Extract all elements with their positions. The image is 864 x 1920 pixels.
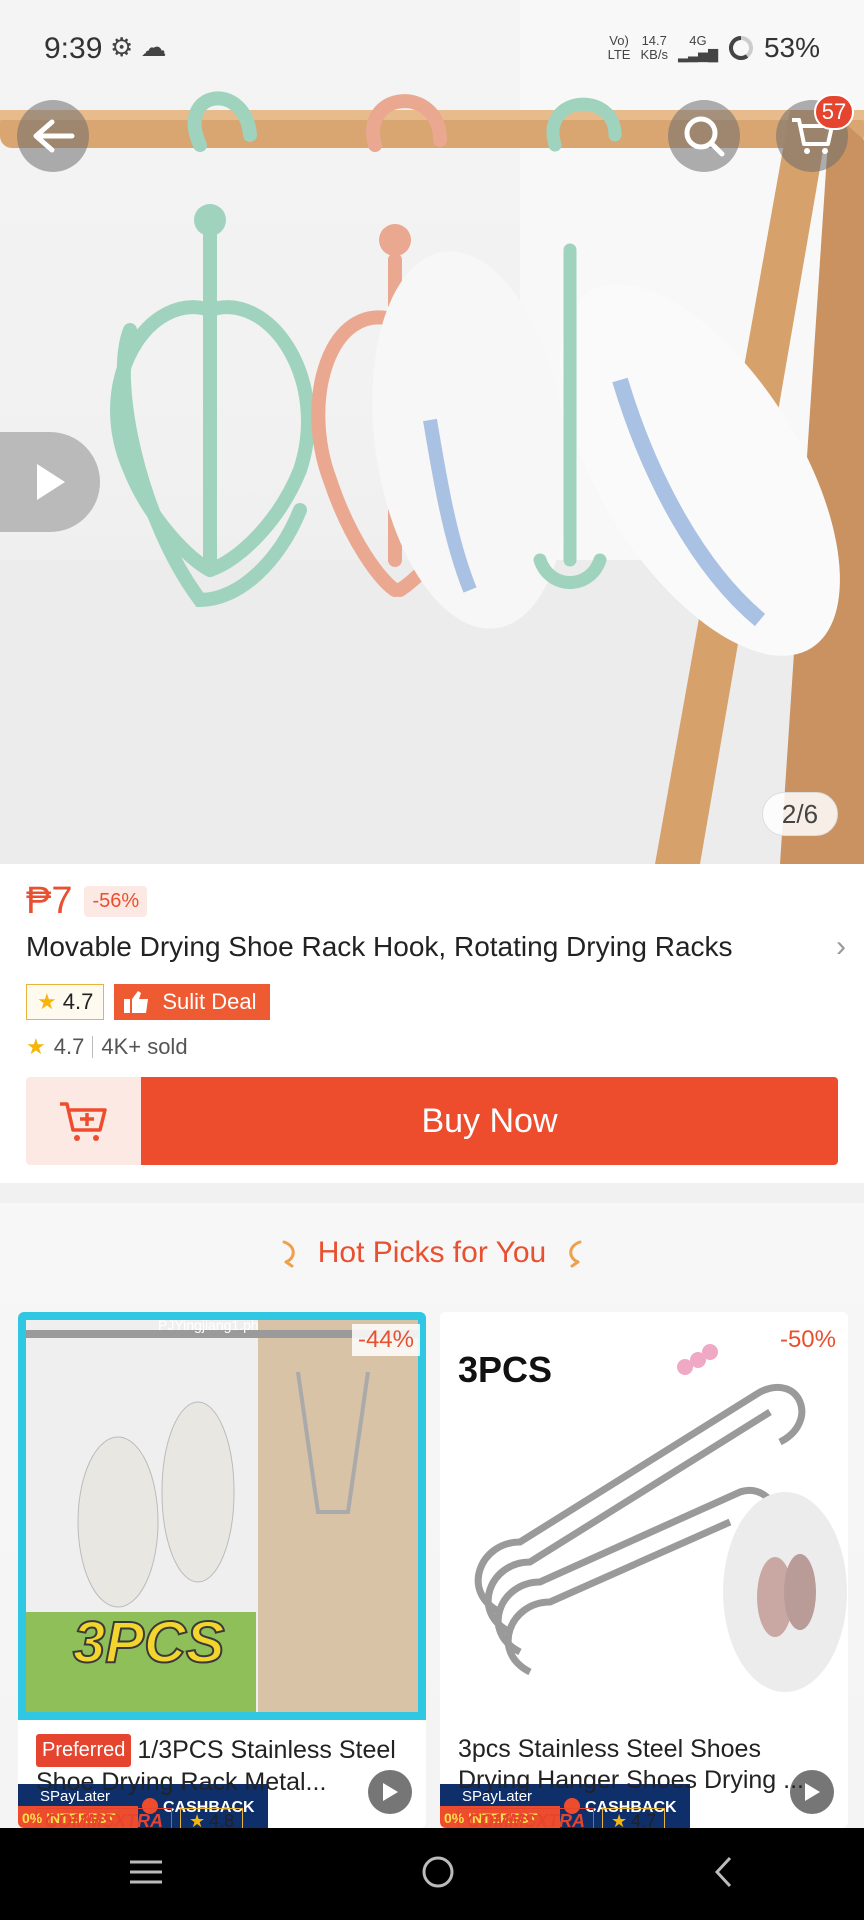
status-app-icons: ⚙ ☁ (110, 32, 167, 63)
sold-count: 4K+ sold (101, 1034, 188, 1059)
product-card-image: PJYingjiang1.ph 3PCS (18, 1312, 426, 1720)
home-circle-icon (422, 1856, 454, 1887)
cart-count-badge: 57 (814, 94, 854, 130)
promo-tag: COMMSXTRA (36, 1808, 172, 1828)
divider (92, 1036, 94, 1058)
battery-percent: 53% (763, 32, 820, 63)
hot-picks-title: Hot Picks for You (317, 1236, 547, 1269)
product-card-image: 3PCS (440, 1312, 848, 1720)
card-rating-tag: ★ 4.7 (602, 1808, 666, 1828)
price: ₱7 (26, 880, 73, 922)
chevron-right-icon: › (836, 930, 846, 963)
watermark-text: PJYingjiang1.ph (158, 1317, 259, 1333)
menu-icon (130, 1860, 162, 1883)
star-icon: ★ (189, 1811, 206, 1828)
card-tags: COMMSXTRA ★ 4.8 (36, 1808, 244, 1828)
recent-apps-button[interactable] (128, 1858, 164, 1891)
cloud-icon: ☁ (140, 32, 167, 62)
rating-tag: ★ 4.7 (26, 984, 105, 1020)
search-icon (684, 116, 725, 157)
battery-ring-icon (728, 36, 753, 60)
thumbs-up-icon (124, 991, 149, 1013)
signal-indicator: 4G ▂▃▅▇ (677, 33, 718, 62)
arrow-left-icon (33, 119, 75, 153)
overlay-text: 3PCS (458, 1349, 552, 1390)
star-icon: ★ (37, 989, 57, 1014)
system-nav-bar (0, 1828, 864, 1920)
hot-picks-header: Hot Picks for You (0, 1236, 864, 1270)
card-discount: -50% (773, 1324, 842, 1356)
product-card[interactable]: 3PCS -50% SPayLater 0% INTEREST CASHBACK… (440, 1312, 848, 1828)
swirl-left-icon (282, 1240, 295, 1268)
promo-tag: COMMSXTRA (458, 1808, 594, 1828)
product-image-gallery[interactable]: 9:39 ⚙ ☁ Vo) LTE 14.7 KB/s 4G ▂▃▅▇ 53% 5… (0, 0, 864, 864)
star-icon: ★ (611, 1811, 628, 1828)
card-tags: COMMSXTRA ★ 4.7 (458, 1808, 666, 1828)
product-title-row[interactable]: Movable Drying Shoe Rack Hook, Rotating … (26, 930, 846, 964)
product-card[interactable]: PJYingjiang1.ph 3PCS -44% SPayLater 0% I… (18, 1312, 426, 1828)
status-right: Vo) LTE 14.7 KB/s 4G ▂▃▅▇ 53% (608, 32, 820, 64)
chevron-left-icon (714, 1856, 732, 1887)
openai-icon: ⚙ (110, 32, 134, 62)
image-counter: 2/6 (762, 792, 838, 836)
swirl-right-icon (569, 1240, 582, 1268)
home-button[interactable] (420, 1854, 456, 1895)
product-tags: ★ 4.7 Sulit Deal (26, 984, 271, 1020)
product-title: Movable Drying Shoe Rack Hook, Rotating … (26, 931, 733, 962)
play-video-button[interactable] (0, 432, 100, 532)
card-discount: -44% (351, 1324, 420, 1356)
network-speed: 14.7 KB/s (640, 33, 668, 62)
back-nav-button[interactable] (712, 1855, 736, 1894)
card-title: 3pcs Stainless Steel Shoes Drying Hanger… (458, 1735, 804, 1794)
cart-button[interactable]: 57 (776, 94, 854, 172)
back-button[interactable] (17, 100, 89, 172)
preferred-badge: Preferred (36, 1734, 132, 1767)
search-button[interactable] (668, 100, 740, 172)
overlay-text: 3PCS (73, 1610, 225, 1675)
status-bar: 9:39 ⚙ ☁ Vo) LTE 14.7 KB/s 4G ▂▃▅▇ 53% (0, 0, 864, 100)
section-divider (0, 1183, 864, 1203)
add-to-cart-button[interactable] (26, 1077, 142, 1165)
rating-sold-row: ★ 4.7 4K+ sold (26, 1034, 188, 1060)
add-to-cart-icon (60, 1102, 107, 1141)
star-icon: ★ (26, 1034, 46, 1059)
discount-badge: -56% (84, 886, 148, 917)
sulit-deal-tag: Sulit Deal (114, 984, 271, 1020)
card-title: Preferred 1/3PCS Stainless Steel Shoe Dry… (36, 1734, 396, 1796)
signal-bars-icon: ▂▃▅▇ (677, 47, 718, 62)
price-row: ₱7 -56% (26, 880, 148, 923)
card-rating-tag: ★ 4.8 (180, 1808, 244, 1828)
rating-value: 4.7 (53, 1034, 85, 1059)
play-icon (37, 464, 65, 500)
status-time: 9:39 (44, 32, 103, 65)
buy-now-button[interactable]: Buy Now (141, 1077, 838, 1165)
volte-indicator: Vo) LTE (607, 33, 631, 62)
